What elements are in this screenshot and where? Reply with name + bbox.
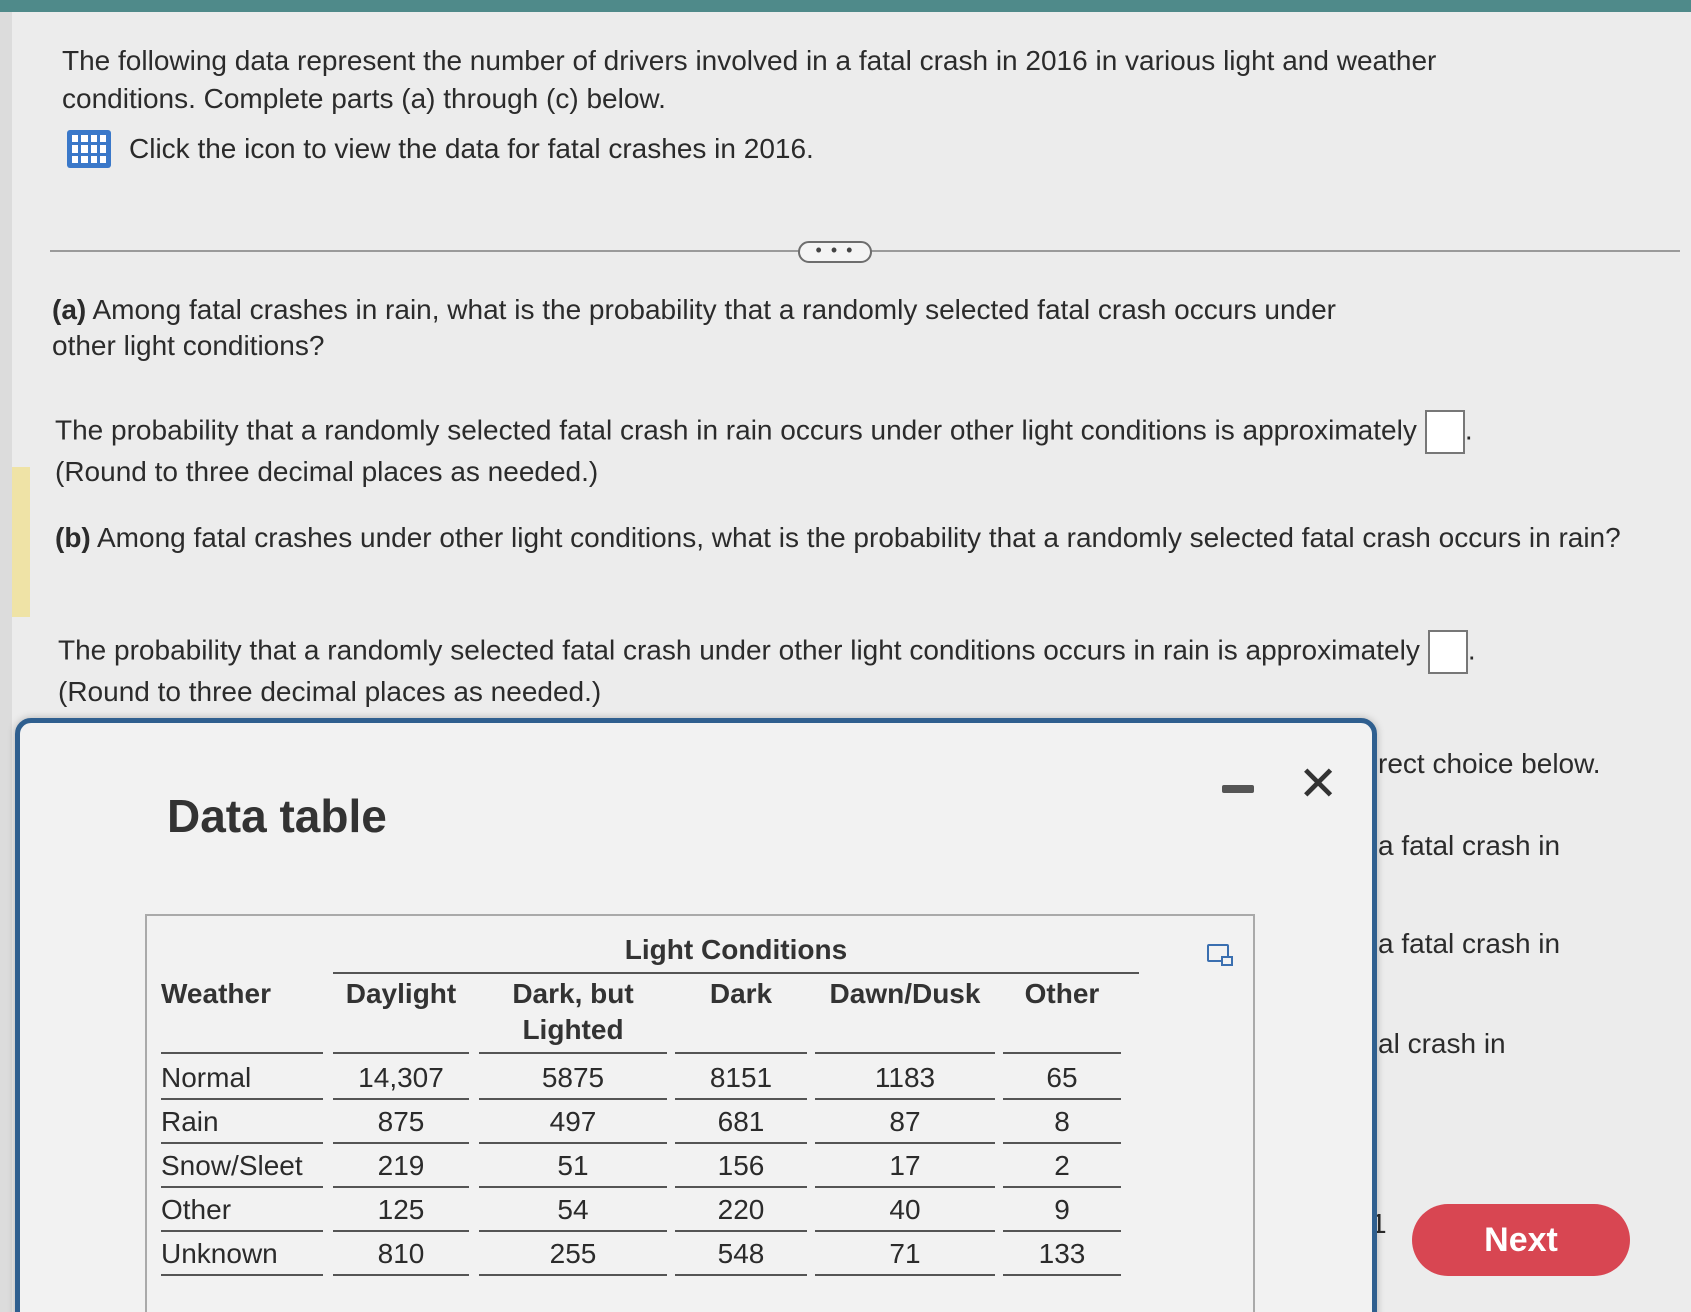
intro-text: The following data represent the number … (62, 45, 1437, 114)
row-underline (479, 1274, 667, 1276)
top-accent-bar (0, 0, 1691, 12)
table-cell: 220 (717, 1194, 765, 1225)
table-cell: 5875 (541, 1062, 605, 1093)
part-b-question: (b) Among fatal crashes under other ligh… (55, 520, 1675, 556)
data-link[interactable]: Click the icon to view the data for fata… (67, 130, 814, 168)
part-a-round-note: (Round to three decimal places as needed… (55, 456, 599, 487)
expand-more-button[interactable]: • • • (798, 241, 872, 263)
data-table-dialog: Data table ✕ Light Conditions Weather Day… (15, 718, 1377, 1312)
table-cell: 219 (377, 1150, 425, 1181)
table-cell: 17 (889, 1150, 921, 1181)
part-b-label: (b) (55, 522, 91, 553)
part-b-question-text: Among fatal crashes under other light co… (97, 522, 1621, 553)
table-cell: 40 (889, 1194, 921, 1225)
light-conditions-header: Light Conditions (333, 934, 1139, 974)
data-table: Light Conditions Weather Daylight Dark, bu… (145, 914, 1255, 1312)
column-header: Daylight (345, 978, 457, 1009)
table-cell: 497 (549, 1106, 597, 1137)
column-header: Dawn/Dusk (829, 978, 981, 1009)
header-underline (675, 1052, 807, 1054)
table-cell: 2 (1054, 1150, 1070, 1181)
table-cell: 8 (1054, 1106, 1070, 1137)
column-header: Dark (709, 978, 773, 1009)
part-a-label: (a) (52, 294, 87, 325)
table-cell: 1183 (874, 1062, 936, 1093)
row-underline (675, 1274, 807, 1276)
header-underline (815, 1052, 995, 1054)
row-underline (815, 1274, 995, 1276)
row-label: Other (161, 1194, 232, 1225)
part-a-question-text: Among fatal crashes in rain, what is the… (52, 294, 1336, 361)
part-b-answer-prefix: The probability that a randomly selected… (58, 634, 1420, 666)
table-cell: 51 (557, 1150, 589, 1181)
row-label: Rain (161, 1106, 219, 1137)
part-a-question: (a) Among fatal crashes in rain, what is… (52, 292, 1352, 364)
part-a-answer-input[interactable] (1424, 410, 1465, 454)
table-cell: 133 (1038, 1238, 1086, 1269)
table-cell: 810 (377, 1238, 425, 1269)
column-header: Dark, but Lighted (512, 978, 634, 1045)
data-link-text: Click the icon to view the data for fata… (129, 133, 814, 164)
table-cell: 14,307 (358, 1062, 444, 1093)
table-cell: 71 (889, 1238, 921, 1269)
choice-c-partial-text: al crash in (1378, 1028, 1506, 1059)
choice-b-partial-text: a fatal crash in (1378, 928, 1561, 959)
row-label: Normal (161, 1062, 252, 1093)
row-underline (161, 1274, 323, 1276)
row-label: Unknown (161, 1238, 278, 1269)
table-cell: 8151 (709, 1062, 773, 1093)
column-header: Other (1024, 978, 1100, 1009)
part-a-answer-prefix: The probability that a randomly selected… (55, 414, 1417, 446)
table-cell: 156 (717, 1150, 765, 1181)
table-cell: 125 (377, 1194, 425, 1225)
table-cell: 54 (557, 1194, 589, 1225)
row-label: Snow/Sleet (161, 1150, 303, 1181)
row-underline (333, 1274, 469, 1276)
part-b-answer-line: The probability that a randomly selected… (58, 630, 1678, 674)
row-underline (1003, 1274, 1121, 1276)
header-underline (333, 1052, 469, 1054)
table-cell: 65 (1046, 1062, 1078, 1093)
table-cell: 548 (717, 1238, 765, 1269)
part-b-round-note: (Round to three decimal places as needed… (58, 676, 602, 707)
close-icon[interactable]: ✕ (1298, 761, 1338, 809)
header-underline (1003, 1052, 1121, 1054)
table-cell: 87 (889, 1106, 921, 1137)
dialog-title: Data table (167, 790, 387, 842)
table-cell: 255 (549, 1238, 597, 1269)
header-underline (479, 1052, 667, 1054)
part-a-answer-line: The probability that a randomly selected… (55, 410, 1675, 454)
minimize-icon[interactable] (1222, 785, 1254, 793)
next-button[interactable]: Next (1412, 1204, 1630, 1276)
data-table-icon[interactable] (67, 130, 111, 168)
choice-a-partial-text: a fatal crash in (1378, 830, 1561, 861)
part-c-partial-text: rect choice below. (1378, 748, 1601, 779)
left-highlight-stripe (12, 467, 30, 617)
column-header: Weather (161, 978, 271, 1009)
copy-table-icon[interactable] (1207, 944, 1233, 966)
table-cell: 9 (1054, 1194, 1070, 1225)
table-cell: 681 (717, 1106, 765, 1137)
table-cell: 875 (377, 1106, 425, 1137)
part-b-answer-input[interactable] (1427, 630, 1468, 674)
header-underline (161, 1052, 323, 1054)
